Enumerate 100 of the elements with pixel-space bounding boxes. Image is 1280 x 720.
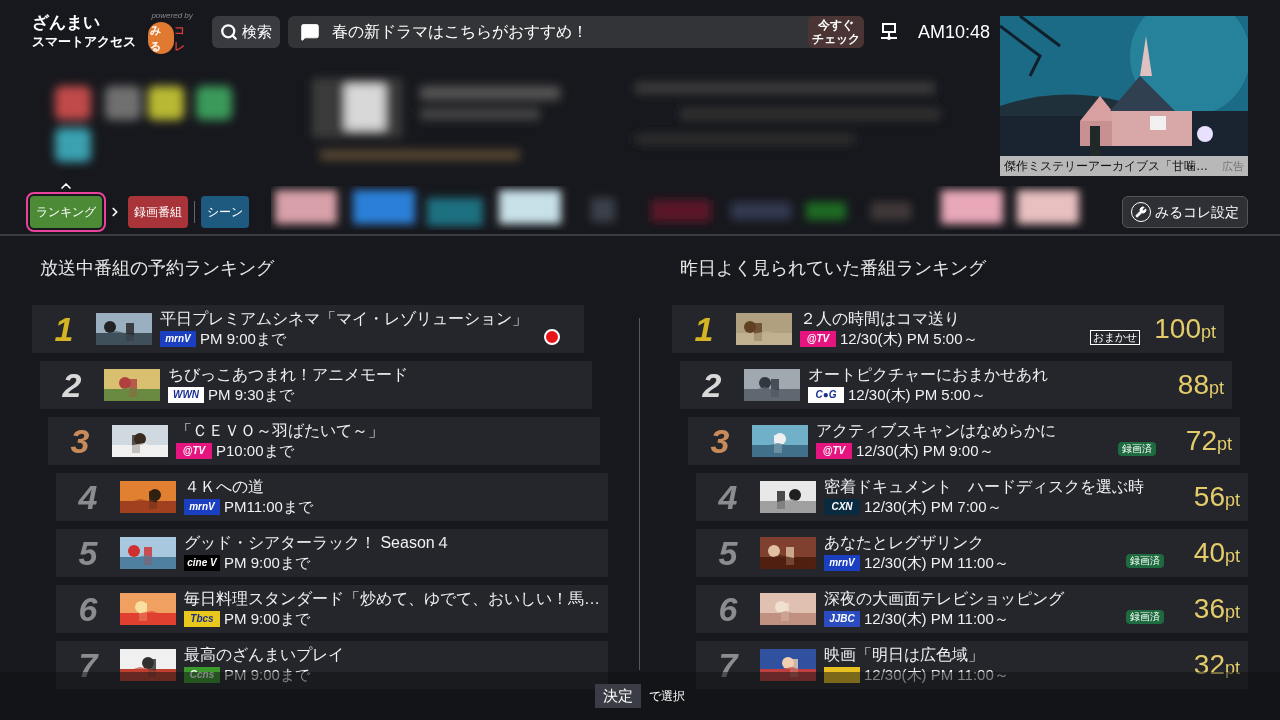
- message-text: 春の新ドラマはこちらがおすすめ！: [331, 22, 589, 42]
- broadcast-time: 12/30(木) PM 11:00～: [864, 665, 1009, 685]
- program-title: 映画「明日は広色域」: [824, 645, 985, 665]
- broadcast-time: PM 9:00まで: [224, 553, 310, 573]
- channel-logo: mrnV: [160, 331, 196, 347]
- rank-number: 2: [701, 368, 723, 402]
- ranking-row[interactable]: 1 平日プレミアムシネマ「マイ・レゾリューション」 mrnV PM 9:00まで: [32, 305, 584, 353]
- ranking-row[interactable]: 3 「ＣＥＶＯ～羽ばたいて～」 @TV P10:00まで: [48, 417, 600, 465]
- rank-number: 6: [717, 592, 739, 626]
- score-value: 36: [1193, 595, 1225, 623]
- omakase-badge: おまかせ: [1090, 329, 1140, 345]
- broadcast-time: 12/30(木) PM 11:00～: [864, 553, 1009, 573]
- rank-number: 1: [53, 312, 75, 346]
- broadcast-time: PM 9:00まで: [224, 609, 310, 629]
- rank-number: 7: [77, 648, 100, 682]
- score-value: 40: [1193, 539, 1225, 567]
- score-unit: pt: [1225, 603, 1240, 621]
- broadcast-time: PM 9:00まで: [200, 329, 286, 349]
- ranking-row[interactable]: 5 あなたとレグザリンク mrnV 12/30(木) PM 11:00～ 録画済 40pt: [696, 529, 1248, 577]
- ranking-row[interactable]: 7 映画「明日は広色域」 12/30(木) PM 11:00～ 32pt: [696, 641, 1248, 689]
- program-title: アクティブスキャンはなめらかに: [816, 421, 1057, 441]
- footer-hint: で選択: [649, 688, 685, 705]
- rank-number: 4: [717, 480, 739, 514]
- score-unit: pt: [1225, 659, 1240, 677]
- program-title: 最高のざんまいプレイ: [184, 645, 345, 665]
- score-value: 56: [1193, 483, 1225, 511]
- rank-number: 1: [693, 312, 715, 346]
- category-tab[interactable]: 録画番組: [128, 196, 188, 228]
- channel-logo: WWN: [168, 387, 204, 403]
- program-title: あなたとレグザリンク: [824, 533, 985, 553]
- network-icon: [879, 23, 898, 41]
- enter-key: 決定: [595, 684, 641, 708]
- broadcast-time: P10:00まで: [216, 441, 294, 461]
- rank-number: 5: [717, 536, 739, 570]
- search-button[interactable]: 検索: [211, 16, 280, 48]
- ad-label: 広告: [1222, 158, 1244, 174]
- ranking-row[interactable]: 1 ２人の時間はコマ送り @TV 12/30(木) PM 5:00～ おまかせ 100pt: [672, 305, 1224, 353]
- ranking-row[interactable]: 4 ４Ｋへの道 mrnV PM11:00まで: [56, 473, 608, 521]
- score-unit: pt: [1209, 379, 1224, 397]
- rank-number: 3: [709, 424, 731, 458]
- program-title: 平日プレミアムシネマ「マイ・レゾリューション」: [160, 309, 529, 329]
- broadcast-time: PM 9:00まで: [224, 665, 310, 685]
- broadcast-time: 12/30(木) PM 11:00～: [864, 609, 1009, 629]
- channel-logo: @TV: [176, 443, 212, 459]
- program-title: ちびっこあつまれ！アニメモード: [168, 365, 409, 385]
- score-value: 88: [1177, 371, 1209, 399]
- program-title: グッド・シアターラック！ Season４: [184, 533, 452, 553]
- broadcast-time: 12/30(木) PM 5:00～: [848, 385, 986, 405]
- program-title: 「ＣＥＶＯ～羽ばたいて～」: [176, 421, 385, 441]
- channel-logo: Ccns: [184, 667, 220, 683]
- score-unit: pt: [1225, 491, 1240, 509]
- ranking-row[interactable]: 2 オートピクチャーにおまかせあれ C●G 12/30(木) PM 5:00～ 88pt: [680, 361, 1232, 409]
- ranking-row[interactable]: 6 毎日料理スタンダード「炒めて、ゆでて、おいしい！馬… Tbcs PM 9:00まで: [56, 585, 608, 633]
- broadcast-time: PM11:00まで: [224, 497, 313, 517]
- ad-caption: 傑作ミステリーアーカイブス「甘噛…: [1004, 158, 1209, 175]
- program-title: 密着ドキュメント ハードディスクを選ぶ時: [824, 477, 1145, 497]
- broadcast-time: PM 9:30まで: [208, 385, 294, 405]
- check-now-badge[interactable]: 今すぐ チェック: [807, 16, 864, 48]
- score-value: 72: [1185, 427, 1217, 455]
- score-unit: pt: [1201, 323, 1216, 341]
- ranking-row[interactable]: 3 アクティブスキャンはなめらかに @TV 12/30(木) PM 9:00～ 録画済 72pt: [688, 417, 1240, 465]
- program-title: 毎日料理スタンダード「炒めて、ゆでて、おいしい！馬…: [184, 589, 601, 609]
- rank-number: 7: [717, 648, 740, 682]
- powered-by-text: powered by: [151, 10, 193, 22]
- broadcast-time: 12/30(木) PM 9:00～: [856, 441, 994, 461]
- broadcast-time: 12/30(木) PM 5:00～: [840, 329, 978, 349]
- ranking-row[interactable]: 6 深夜の大画面テレビショッピング JJBC 12/30(木) PM 11:00～ 録画済 36pt: [696, 585, 1248, 633]
- app-logo-subtitle: スマートアクセス: [32, 33, 137, 51]
- channel-logo: cine V: [184, 555, 220, 571]
- ranking-row[interactable]: 2 ちびっこあつまれ！アニメモード WWN PM 9:30まで: [40, 361, 592, 409]
- rank-number: 3: [69, 424, 91, 458]
- score-unit: pt: [1225, 547, 1240, 565]
- section-title: 放送中番組の予約ランキング: [40, 257, 275, 280]
- rank-number: 2: [61, 368, 83, 402]
- score-unit: pt: [1217, 435, 1232, 453]
- channel-logo: JJBC: [824, 611, 860, 627]
- app-logo-title: ざんまい: [32, 13, 101, 33]
- ranking-row[interactable]: 5 グッド・シアターラック！ Season４ cine V PM 9:00まで: [56, 529, 608, 577]
- settings-button[interactable]: みるコレ設定: [1122, 196, 1248, 228]
- channel-logo: mrnV: [184, 499, 220, 515]
- channel-logo: @TV: [800, 331, 836, 347]
- channel-logo: CXN: [824, 499, 860, 515]
- score-value: 32: [1193, 651, 1225, 679]
- section-title: 昨日よく見られていた番組ランキング: [680, 257, 987, 280]
- channel-logo: C●G: [808, 387, 844, 403]
- ranking-row[interactable]: 4 密着ドキュメント ハードディスクを選ぶ時 CXN 12/30(木) PM 7:00～ 56pt: [696, 473, 1248, 521]
- channel-logo: Tbcs: [184, 611, 220, 627]
- clock: AM10:48: [917, 20, 990, 44]
- program-title: 深夜の大画面テレビショッピング: [824, 589, 1065, 609]
- broadcast-time: 12/30(木) PM 7:00～: [864, 497, 1002, 517]
- rank-number: 5: [77, 536, 99, 570]
- rank-number: 6: [77, 592, 99, 626]
- ranking-row[interactable]: 7 最高のざんまいプレイ Ccns PM 9:00まで: [56, 641, 608, 689]
- program-title: オートピクチャーにおまかせあれ: [808, 365, 1049, 385]
- channel-logo: @TV: [816, 443, 852, 459]
- brand-logo: みる コレ: [148, 22, 187, 54]
- category-tab[interactable]: シーン: [201, 196, 249, 228]
- program-title: ４Ｋへの道: [184, 477, 265, 497]
- message-bar[interactable]: 春の新ドラマはこちらがおすすめ！ 今すぐ チェック: [287, 16, 864, 48]
- recorded-badge: 録画済: [1126, 610, 1164, 624]
